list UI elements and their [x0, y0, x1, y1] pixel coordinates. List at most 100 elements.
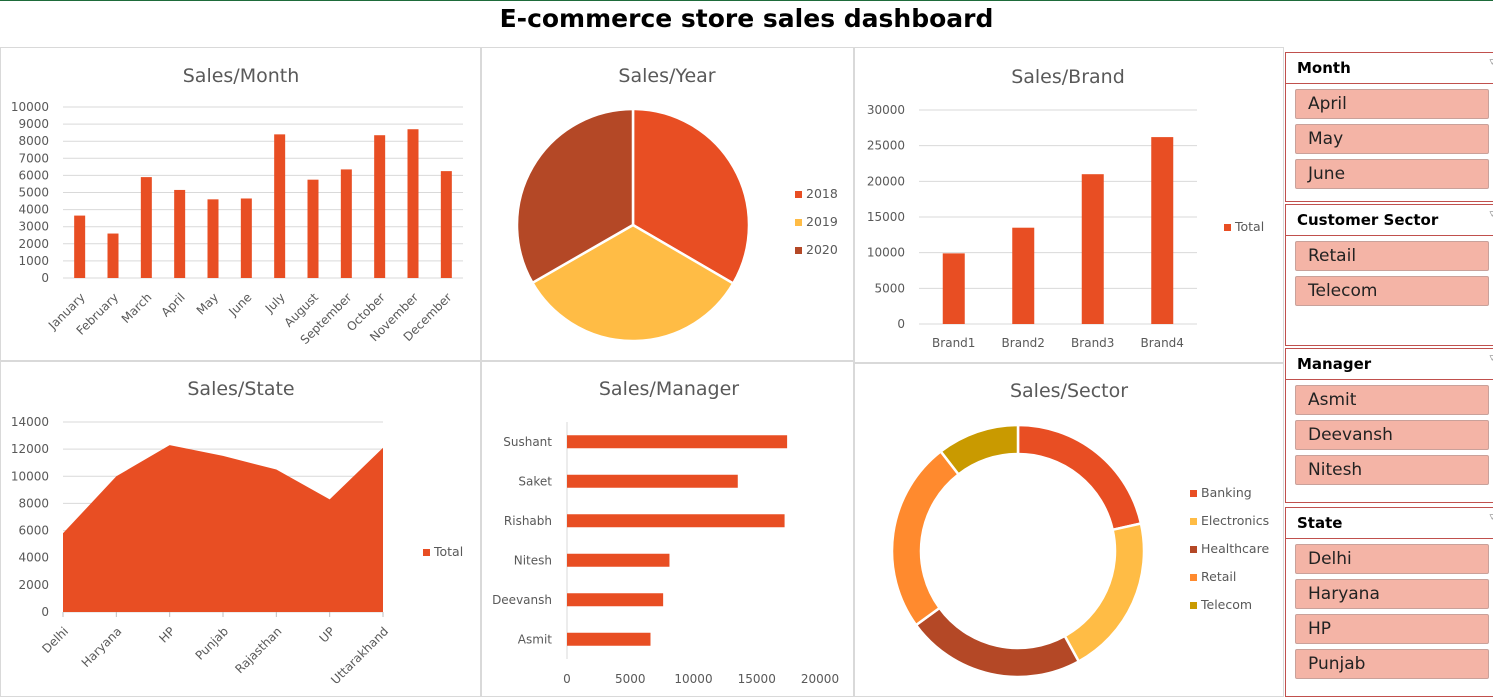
legend-label: 2019 [806, 214, 838, 229]
bar [307, 179, 319, 278]
bar [340, 169, 352, 278]
y-tick-label: Deevansh [492, 593, 552, 607]
x-tick-label: Brand4 [1141, 336, 1184, 350]
bar [567, 474, 738, 488]
slicer-header: Manager ▿ [1286, 349, 1493, 380]
x-tick-label: June [225, 290, 254, 319]
y-tick-label: 2000 [18, 237, 49, 251]
slice [914, 606, 1081, 679]
area [63, 445, 383, 612]
x-tick-label: May [194, 290, 221, 317]
slicer-item-nitesh[interactable]: Nitesh [1295, 455, 1489, 485]
slice [1063, 522, 1146, 664]
legend-label: Banking [1201, 485, 1252, 500]
x-tick-label: UP [317, 624, 338, 645]
y-tick-label: Nitesh [514, 553, 552, 567]
legend-label: 2020 [806, 242, 838, 257]
slicer-item-hp[interactable]: HP [1295, 614, 1489, 644]
state-slicer[interactable]: State ▿ Delhi Haryana HP Punjab [1285, 507, 1493, 697]
month-slicer[interactable]: Month ▿ April May June [1285, 52, 1493, 202]
y-tick-label: 2000 [18, 578, 49, 592]
y-tick-label: 25000 [867, 139, 905, 153]
chart-title: Sales/State [187, 378, 294, 400]
y-tick-label: 30000 [867, 103, 905, 117]
y-tick-label: 20000 [867, 174, 905, 188]
chart-title: Sales/Manager [599, 378, 739, 400]
filter-icon[interactable]: ▿ [1489, 510, 1493, 523]
slicer-item-asmit[interactable]: Asmit [1295, 385, 1489, 415]
y-tick-label: 6000 [18, 168, 49, 182]
chart-title: Sales/Brand [1011, 66, 1125, 88]
sales-state-svg: Sales/State 0 2000 4000 6000 8000 10000 12000 1… [11, 378, 463, 687]
x-tick-label: Brand1 [932, 336, 975, 350]
slicer-title: State [1297, 514, 1343, 532]
slicer-item-june[interactable]: June [1295, 159, 1489, 189]
legend-swatch [1190, 490, 1197, 497]
bar [1151, 137, 1174, 324]
legend-label: Retail [1201, 569, 1236, 584]
bar [240, 198, 252, 278]
sales-manager-svg: Sales/Manager 0 5000 10000 15000 20000 Sushan… [492, 378, 839, 686]
bar [567, 514, 785, 528]
filter-icon[interactable]: ▿ [1489, 351, 1493, 364]
sales-sector-svg: Sales/Sector Banking Electronics Healthcar… [890, 380, 1269, 679]
legend-swatch [795, 219, 802, 226]
slicer-header: Month ▿ [1286, 53, 1493, 84]
sales-month-chart[interactable]: Sales/Month 0 1000 2000 3000 4000 5000 6000 700… [0, 47, 481, 361]
slice [939, 423, 1020, 477]
y-tick-label: 10000 [11, 100, 49, 114]
slicer-item-april[interactable]: April [1295, 89, 1489, 119]
slicer-item-haryana[interactable]: Haryana [1295, 579, 1489, 609]
slicer-item-deevansh[interactable]: Deevansh [1295, 420, 1489, 450]
slicer-header: State ▿ [1286, 508, 1493, 539]
y-tick-label: 7000 [18, 151, 49, 165]
x-tick-label: Rajasthan [232, 624, 284, 676]
y-tick-label: 8000 [18, 134, 49, 148]
slice [890, 449, 961, 627]
y-tick-label: 9000 [18, 117, 49, 131]
bar [140, 177, 152, 278]
filter-icon[interactable]: ▿ [1489, 55, 1493, 68]
bar [567, 632, 651, 646]
legend-label: Electronics [1201, 513, 1269, 528]
sales-manager-chart[interactable]: Sales/Manager 0 5000 10000 15000 20000 Sushan… [481, 361, 854, 697]
y-tick-label: 0 [41, 271, 49, 285]
y-tick-label: 0 [897, 317, 905, 331]
bar [407, 129, 419, 278]
slicer-item-punjab[interactable]: Punjab [1295, 649, 1489, 679]
legend-swatch [423, 549, 430, 556]
sales-state-chart[interactable]: Sales/State 0 2000 4000 6000 8000 10000 12000 1… [0, 361, 481, 697]
manager-slicer[interactable]: Manager ▿ Asmit Deevansh Nitesh [1285, 348, 1493, 503]
x-tick-label: March [119, 290, 155, 326]
sales-year-chart[interactable]: Sales/Year 2018 2019 2020 [481, 47, 854, 361]
x-tick-label: 5000 [615, 672, 646, 686]
sales-sector-chart[interactable]: Sales/Sector Banking Electronics Healthcar… [854, 363, 1284, 697]
bar [174, 189, 186, 278]
slice [1016, 423, 1143, 532]
x-tick-label: Uttarakhand [328, 624, 391, 687]
x-tick-label: July [262, 290, 288, 316]
legend-swatch [795, 191, 802, 198]
legend-swatch [1190, 546, 1197, 553]
customer-sector-slicer[interactable]: Customer Sector ▿ Retail Telecom [1285, 204, 1493, 346]
x-tick-label: Brand3 [1071, 336, 1114, 350]
bar [374, 135, 386, 278]
bar [942, 253, 965, 324]
bar [107, 233, 119, 278]
y-tick-label: 12000 [11, 442, 49, 456]
y-tick-label: 6000 [18, 524, 49, 538]
sales-brand-chart[interactable]: Sales/Brand 0 5000 10000 15000 20000 25000 300… [854, 47, 1284, 363]
slicer-item-retail[interactable]: Retail [1295, 241, 1489, 271]
slicer-item-telecom[interactable]: Telecom [1295, 276, 1489, 306]
filter-icon[interactable]: ▿ [1489, 207, 1493, 220]
legend-label: Healthcare [1201, 541, 1269, 556]
x-tick-label: 0 [563, 672, 571, 686]
bar [1012, 227, 1035, 324]
legend-label: Telecom [1200, 597, 1252, 612]
slicer-item-delhi[interactable]: Delhi [1295, 544, 1489, 574]
bar [274, 134, 286, 278]
y-tick-label: Sushant [503, 435, 552, 449]
y-tick-label: Saket [518, 474, 552, 488]
sales-month-svg: Sales/Month 0 1000 2000 3000 4000 5000 6000 700… [11, 65, 463, 347]
slicer-item-may[interactable]: May [1295, 124, 1489, 154]
